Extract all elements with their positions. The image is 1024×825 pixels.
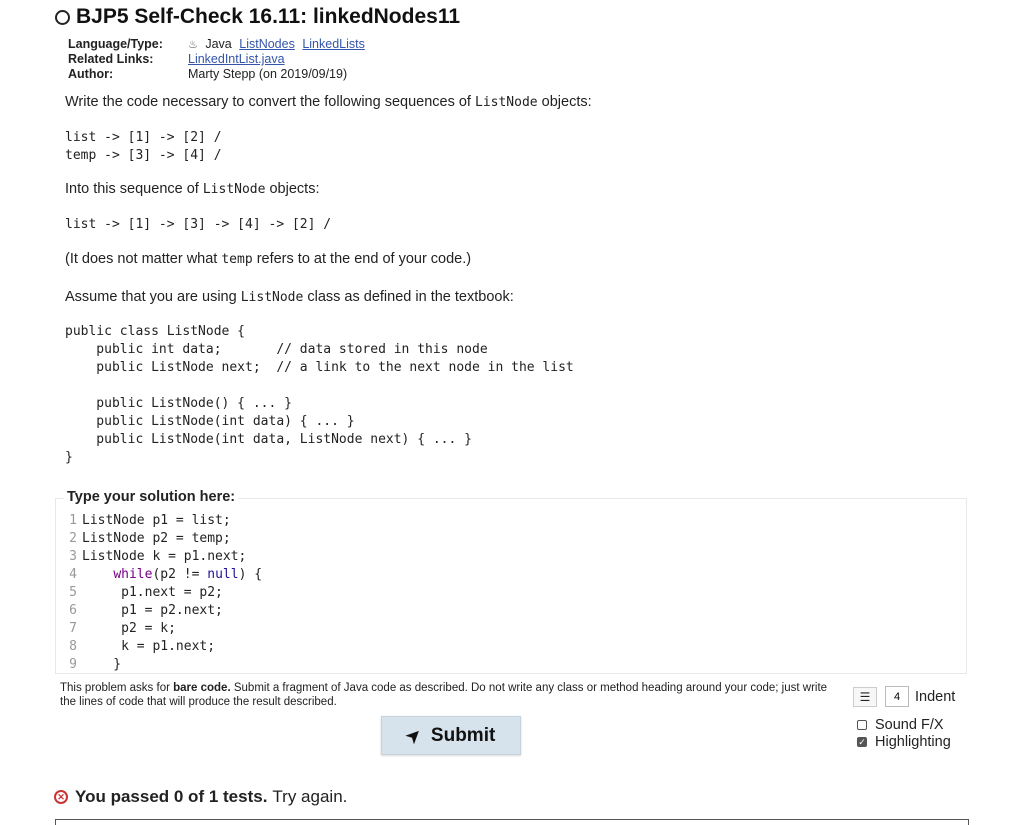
- tag-linkedlists-link[interactable]: LinkedLists: [302, 37, 365, 51]
- intro-code: ListNode: [475, 95, 538, 110]
- code-text[interactable]: p1.next = p2;: [82, 584, 223, 602]
- test-result: ✕ You passed 0 of 1 tests. Try again.: [54, 787, 347, 807]
- line-number: 8: [69, 639, 77, 654]
- highlighting-checkbox[interactable]: ✓: [857, 737, 867, 747]
- code-text[interactable]: k = p1.next;: [82, 638, 215, 656]
- assume-text-end: class as defined in the textbook:: [303, 289, 514, 305]
- meta-author-row: Author: Marty Stepp (on 2019/09/19): [68, 67, 369, 82]
- sequence-before: list -> [1] -> [2] / temp -> [3] -> [4] …: [65, 130, 222, 163]
- related-link[interactable]: LinkedIntList.java: [188, 52, 285, 66]
- fail-icon: ✕: [54, 790, 68, 804]
- indent-icon[interactable]: ☰: [853, 686, 877, 707]
- into-text: Into this sequence of: [65, 181, 203, 197]
- code-text[interactable]: while(p2 != null) {: [82, 566, 262, 584]
- code-line[interactable]: 5 p1.next = p2;: [56, 584, 966, 602]
- note-text-end: refers to at the end of your code.): [252, 251, 472, 267]
- problem-title: BJP5 Self-Check 16.11: linkedNodes11: [55, 4, 460, 30]
- into-text-end: objects:: [265, 181, 320, 197]
- line-number: 9: [69, 657, 77, 672]
- into-paragraph: Into this sequence of ListNode objects:: [65, 181, 319, 197]
- language-value: Java: [205, 37, 232, 51]
- submit-button[interactable]: ➤ Submit: [381, 716, 521, 755]
- sound-fx-label[interactable]: Sound F/X: [875, 717, 944, 733]
- code-condition: (p2 !=: [152, 567, 208, 582]
- indent-input[interactable]: [885, 686, 909, 707]
- rocket-icon: ➤: [401, 723, 426, 747]
- code-text[interactable]: p2 = k;: [82, 620, 176, 638]
- atom-null: null: [207, 567, 239, 582]
- language-value-group: ♨ Java ListNodes LinkedLists: [188, 37, 369, 52]
- highlighting-option[interactable]: ✓ Highlighting: [857, 734, 951, 750]
- results-panel-edge: [55, 819, 969, 825]
- related-label: Related Links:: [68, 52, 154, 66]
- line-number: 6: [69, 603, 77, 618]
- instructions-bold: bare code.: [173, 682, 231, 694]
- line-number: 7: [69, 621, 77, 636]
- code-line[interactable]: 2 ListNode p2 = temp;: [56, 530, 966, 548]
- sound-fx-checkbox[interactable]: [857, 720, 867, 730]
- editor-lines[interactable]: 1 ListNode p1 = list; 2 ListNode p2 = temp…: [56, 512, 966, 674]
- submit-label: Submit: [430, 724, 496, 746]
- code-line[interactable]: 3 ListNode k = p1.next;: [56, 548, 966, 566]
- author-label: Author:: [68, 67, 114, 81]
- java-icon: ♨: [188, 39, 198, 51]
- problem-meta: Language/Type: ♨ Java ListNodes LinkedLi…: [68, 37, 369, 82]
- indent-label: Indent: [915, 688, 956, 705]
- assume-code: ListNode: [240, 290, 304, 305]
- code-text[interactable]: ListNode k = p1.next;: [82, 548, 246, 566]
- code-line[interactable]: 8 k = p1.next;: [56, 638, 966, 656]
- code-line[interactable]: 9 }: [56, 656, 966, 674]
- instructions-text: This problem asks for: [60, 682, 174, 694]
- result-try-again: Try again.: [272, 787, 348, 806]
- note-text: (It does not matter what: [65, 251, 222, 267]
- code-line[interactable]: 1 ListNode p1 = list;: [56, 512, 966, 530]
- line-number: 2: [69, 531, 77, 546]
- assume-paragraph: Assume that you are using ListNode class…: [65, 289, 514, 305]
- code-text[interactable]: p1 = p2.next;: [82, 602, 223, 620]
- code-line[interactable]: 7 p2 = k;: [56, 620, 966, 638]
- listnode-class-code: public class ListNode { public int data;…: [65, 324, 574, 465]
- sound-fx-option[interactable]: Sound F/X: [857, 717, 944, 733]
- code-text[interactable]: }: [82, 656, 121, 674]
- code-editor[interactable]: 1 ListNode p1 = list; 2 ListNode p2 = temp…: [55, 498, 967, 674]
- keyword-while: while: [113, 567, 153, 582]
- code-text[interactable]: ListNode p1 = list;: [82, 512, 231, 530]
- assume-text: Assume that you are using: [65, 289, 241, 305]
- intro-text-end: objects:: [537, 94, 592, 110]
- line-number: 3: [69, 549, 77, 564]
- intro-paragraph: Write the code necessary to convert the …: [65, 94, 592, 110]
- bare-code-instructions: This problem asks for bare code. Submit …: [60, 681, 835, 709]
- highlighting-label[interactable]: Highlighting: [875, 734, 951, 750]
- result-summary: You passed 0 of 1 tests.: [75, 787, 268, 806]
- circle-outline-icon: [55, 9, 70, 25]
- code-brace: ) {: [238, 567, 263, 582]
- meta-language-row: Language/Type: ♨ Java ListNodes LinkedLi…: [68, 37, 369, 52]
- page-title: BJP5 Self-Check 16.11: linkedNodes11: [76, 5, 461, 28]
- editor-legend: Type your solution here:: [64, 489, 239, 505]
- sequence-after: list -> [1] -> [3] -> [4] -> [2] /: [65, 217, 332, 232]
- line-number: 4: [69, 567, 77, 582]
- line-number: 1: [69, 513, 77, 528]
- note-code: temp: [221, 252, 253, 267]
- temp-note-paragraph: (It does not matter what temp refers to …: [65, 251, 471, 267]
- indent-tool: ☰ Indent: [853, 686, 955, 707]
- intro-text: Write the code necessary to convert the …: [65, 94, 475, 110]
- language-label: Language/Type:: [68, 37, 163, 51]
- into-code: ListNode: [202, 182, 266, 197]
- line-number: 5: [69, 585, 77, 600]
- code-line[interactable]: 4 while(p2 != null) {: [56, 566, 966, 584]
- code-text[interactable]: ListNode p2 = temp;: [82, 530, 231, 548]
- author-value: Marty Stepp (on 2019/09/19): [188, 67, 348, 81]
- tag-listnodes-link[interactable]: ListNodes: [239, 37, 295, 51]
- code-line[interactable]: 6 p1 = p2.next;: [56, 602, 966, 620]
- meta-related-row: Related Links: LinkedIntList.java: [68, 52, 369, 67]
